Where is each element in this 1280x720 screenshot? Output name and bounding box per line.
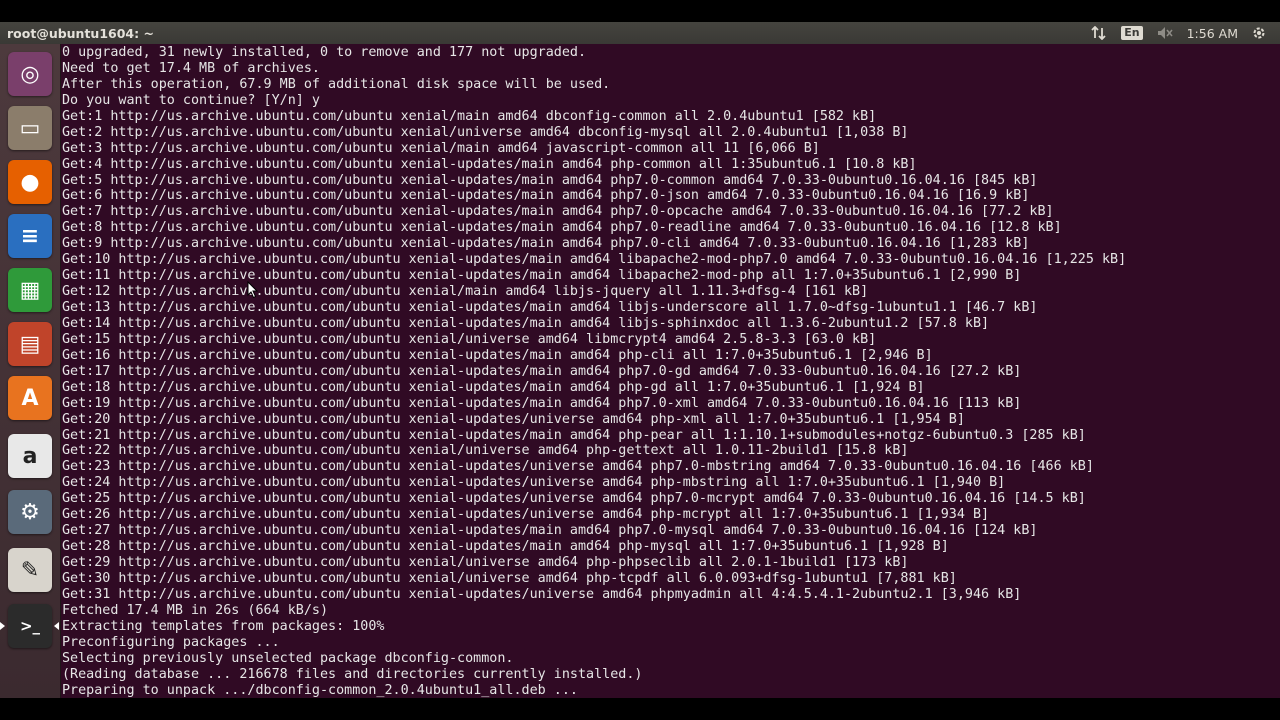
ubuntu-dash-icon[interactable]: ◎ — [8, 52, 52, 96]
libreoffice-impress-icon[interactable]: ▤ — [8, 322, 52, 366]
terminal-line: Get:6 http://us.archive.ubuntu.com/ubunt… — [62, 188, 1030, 204]
terminal-icon[interactable]: >_ — [8, 604, 52, 648]
firefox-glyph: ● — [20, 169, 40, 195]
terminal-line: Get:25 http://us.archive.ubuntu.com/ubun… — [62, 491, 1086, 507]
terminal-line: Get:4 http://us.archive.ubuntu.com/ubunt… — [62, 156, 917, 172]
terminal-line: Get:15 http://us.archive.ubuntu.com/ubun… — [62, 331, 877, 347]
letterbox-top — [0, 0, 1280, 22]
terminal-line: Fetched 17.4 MB in 26s (664 kB/s) — [62, 602, 329, 618]
terminal-glyph: >_ — [19, 617, 41, 635]
amazon-icon[interactable]: a — [8, 434, 52, 478]
terminal-line: Get:23 http://us.archive.ubuntu.com/ubun… — [62, 459, 1094, 475]
terminal-line: 0 upgraded, 31 newly installed, 0 to rem… — [62, 45, 587, 60]
libreoffice-impress-glyph: ▤ — [19, 331, 41, 357]
terminal-line: Get:31 http://us.archive.ubuntu.com/ubun… — [62, 586, 1022, 602]
terminal-line: Get:11 http://us.archive.ubuntu.com/ubun… — [62, 268, 1022, 284]
files-icon[interactable]: ▭ — [8, 106, 52, 150]
terminal-line: Get:12 http://us.archive.ubuntu.com/ubun… — [62, 284, 869, 300]
system-settings-glyph: ⚙ — [20, 499, 40, 525]
terminal-line: Get:18 http://us.archive.ubuntu.com/ubun… — [62, 379, 925, 395]
letterbox-bottom — [0, 698, 1280, 720]
text-editor-glyph: ✎ — [20, 557, 40, 583]
terminal-line: Preparing to unpack .../dbconfig-common_… — [62, 682, 578, 698]
clock[interactable]: 1:56 AM — [1187, 26, 1238, 41]
terminal-line: Get:21 http://us.archive.ubuntu.com/ubun… — [62, 427, 1086, 443]
terminal-line: Get:19 http://us.archive.ubuntu.com/ubun… — [62, 395, 1022, 411]
terminal-line: Get:3 http://us.archive.ubuntu.com/ubunt… — [62, 140, 820, 156]
terminal-line: Get:20 http://us.archive.ubuntu.com/ubun… — [62, 411, 965, 427]
terminal-line: Get:24 http://us.archive.ubuntu.com/ubun… — [62, 475, 1006, 491]
terminal-line: Get:7 http://us.archive.ubuntu.com/ubunt… — [62, 204, 1054, 220]
amazon-glyph: a — [22, 443, 38, 469]
terminal-line: Get:1 http://us.archive.ubuntu.com/ubunt… — [62, 108, 877, 124]
transfer-arrows-icon[interactable] — [1091, 26, 1107, 40]
terminal-line: Get:2 http://us.archive.ubuntu.com/ubunt… — [62, 124, 909, 140]
terminal-line: Get:26 http://us.archive.ubuntu.com/ubun… — [62, 507, 990, 523]
terminal-line: Get:22 http://us.archive.ubuntu.com/ubun… — [62, 443, 909, 459]
terminal-line: Get:27 http://us.archive.ubuntu.com/ubun… — [62, 523, 1038, 539]
top-panel: root@ubuntu1604: ~ En 1:56 AM — [0, 22, 1280, 44]
libreoffice-writer-icon[interactable]: ≡ — [8, 214, 52, 258]
power-gear-icon[interactable] — [1252, 26, 1266, 40]
ubuntu-dash-glyph: ◎ — [20, 61, 40, 87]
terminal-line: Get:10 http://us.archive.ubuntu.com/ubun… — [62, 252, 1127, 268]
terminal-line: Selecting previously unselected package … — [62, 650, 514, 666]
terminal-line: Get:9 http://us.archive.ubuntu.com/ubunt… — [62, 236, 1030, 252]
terminal-output[interactable]: 0 upgraded, 31 newly installed, 0 to rem… — [61, 44, 1280, 698]
terminal-line: (Reading database ... 216678 files and d… — [62, 666, 643, 682]
libreoffice-writer-glyph: ≡ — [20, 223, 40, 249]
terminal-line: Do you want to continue? [Y/n] y — [62, 92, 320, 108]
terminal-line: Extracting templates from packages: 100% — [62, 618, 385, 634]
volume-muted-icon[interactable] — [1157, 26, 1173, 40]
system-settings-icon[interactable]: ⚙ — [8, 490, 52, 534]
terminal-line: Get:29 http://us.archive.ubuntu.com/ubun… — [62, 555, 909, 570]
files-glyph: ▭ — [19, 115, 41, 141]
terminal-line: After this operation, 67.9 MB of additio… — [62, 76, 611, 92]
terminal-line: Get:8 http://us.archive.ubuntu.com/ubunt… — [62, 220, 1062, 236]
mouse-pointer-icon — [247, 281, 259, 299]
window-title: root@ubuntu1604: ~ — [7, 25, 154, 41]
libreoffice-calc-glyph: ▦ — [19, 277, 41, 303]
terminal-line: Get:28 http://us.archive.ubuntu.com/ubun… — [62, 539, 949, 555]
terminal-line: Get:17 http://us.archive.ubuntu.com/ubun… — [62, 363, 1022, 379]
terminal-line: Get:5 http://us.archive.ubuntu.com/ubunt… — [62, 172, 1038, 188]
terminal-line: Need to get 17.4 MB of archives. — [62, 60, 320, 76]
terminal-line: Get:14 http://us.archive.ubuntu.com/ubun… — [62, 315, 990, 331]
running-indicator — [0, 622, 5, 630]
terminal-line: Get:13 http://us.archive.ubuntu.com/ubun… — [62, 300, 1038, 315]
focused-indicator — [54, 622, 59, 630]
system-tray: En 1:56 AM — [1091, 22, 1280, 44]
language-badge: En — [1121, 26, 1143, 40]
libreoffice-calc-icon[interactable]: ▦ — [8, 268, 52, 312]
terminal-line: Get:16 http://us.archive.ubuntu.com/ubun… — [62, 347, 933, 363]
launcher: ◎ ▭ ● ≡ ▦ ▤ Aa ⚙ ✎ >_ — [0, 44, 61, 698]
text-editor-icon[interactable]: ✎ — [8, 548, 52, 592]
terminal-window[interactable]: 0 upgraded, 31 newly installed, 0 to rem… — [61, 44, 1280, 698]
keyboard-language-indicator[interactable]: En — [1121, 26, 1143, 40]
terminal-line: Get:30 http://us.archive.ubuntu.com/ubun… — [62, 570, 957, 586]
firefox-icon[interactable]: ● — [8, 160, 52, 204]
terminal-line: Preconfiguring packages ... — [62, 634, 280, 650]
software-center-icon[interactable]: A — [8, 376, 52, 420]
software-center-glyph: A — [21, 385, 39, 411]
